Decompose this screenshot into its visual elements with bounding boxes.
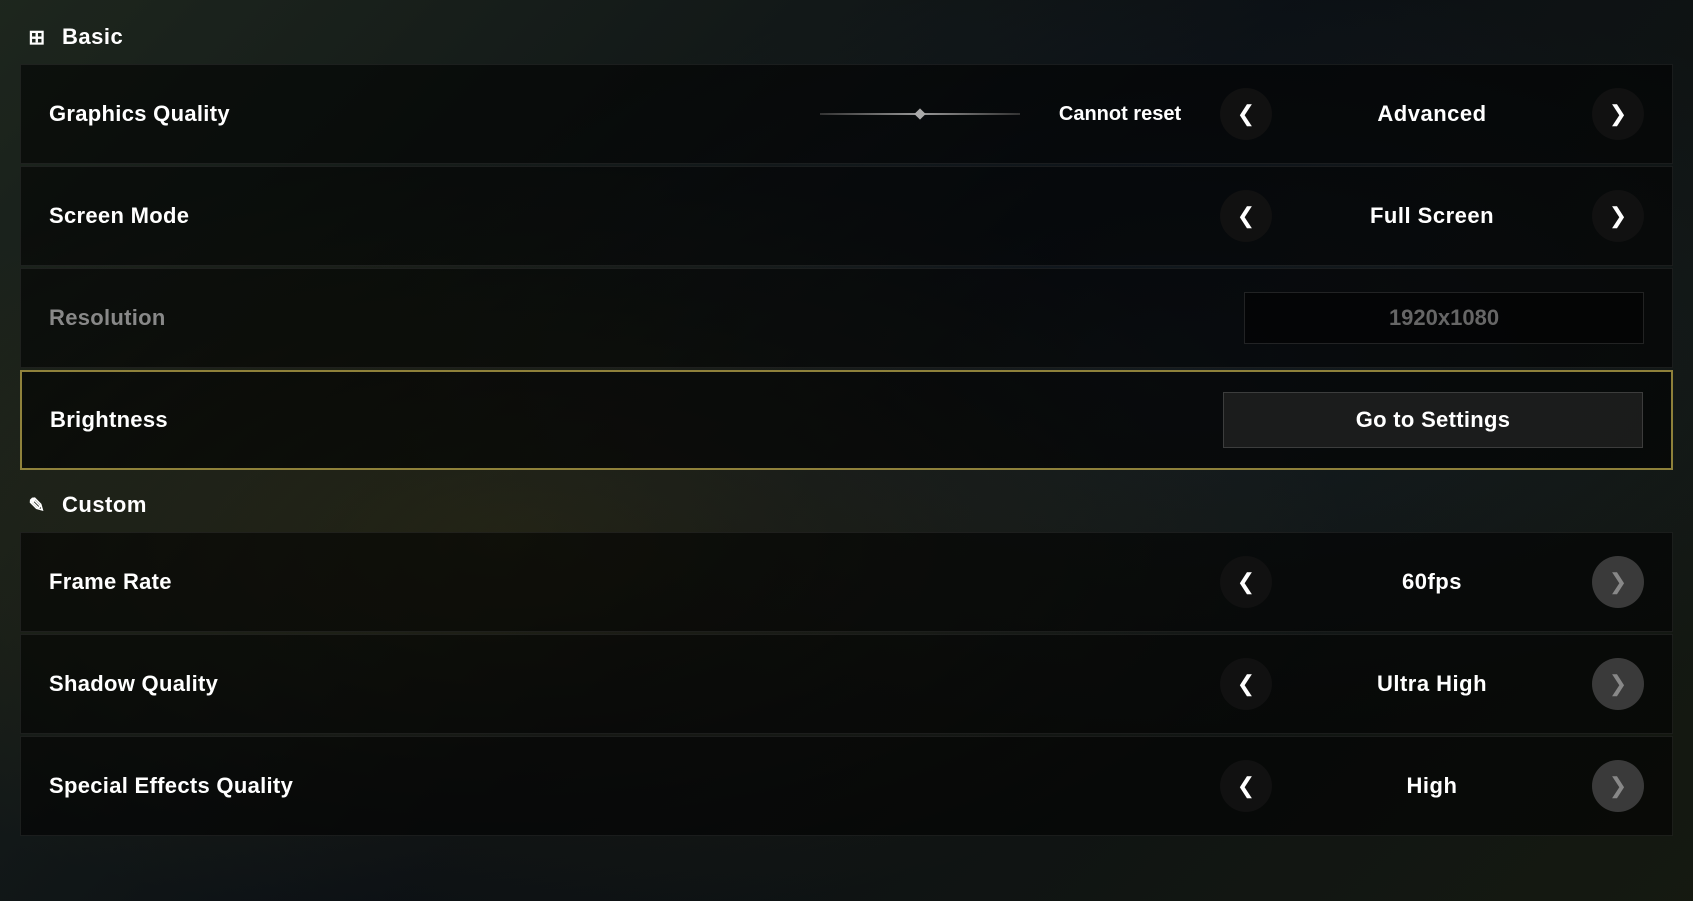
screen-mode-next-btn[interactable] [1592, 190, 1644, 242]
frame-rate-value: 60fps [1272, 569, 1592, 595]
screen-mode-label: Screen Mode [49, 203, 189, 229]
chevron-right-icon [1609, 203, 1627, 229]
slider-thumb [914, 108, 925, 119]
shadow-quality-row: Shadow Quality Ultra High [20, 634, 1673, 734]
resolution-label: Resolution [49, 305, 166, 331]
special-effects-prev-btn[interactable] [1220, 760, 1272, 812]
custom-section-header: Custom [20, 478, 1673, 532]
graphics-quality-prev-btn[interactable] [1220, 88, 1272, 140]
shadow-quality-value: Ultra High [1272, 671, 1592, 697]
chevron-right-icon [1609, 569, 1627, 595]
graphics-quality-control: Cannot reset Advanced [820, 88, 1644, 140]
chevron-right-icon [1609, 773, 1627, 799]
custom-section-label: Custom [62, 492, 147, 518]
settings-panel: Basic Graphics Quality Cannot reset Adva… [0, 0, 1693, 901]
chevron-left-icon [1237, 203, 1255, 229]
frame-rate-control: 60fps [1184, 556, 1644, 608]
pencil-icon [24, 492, 50, 518]
graphics-quality-next-btn[interactable] [1592, 88, 1644, 140]
resolution-value: 1920x1080 [1389, 305, 1499, 330]
goto-settings-btn[interactable]: Go to Settings [1223, 392, 1643, 448]
graphics-quality-row: Graphics Quality Cannot reset Advanced [20, 64, 1673, 164]
cannot-reset-text: Cannot reset [1020, 103, 1220, 126]
basic-section-label: Basic [62, 24, 123, 50]
chevron-left-icon [1237, 773, 1255, 799]
shadow-quality-label: Shadow Quality [49, 671, 218, 697]
frame-rate-prev-btn[interactable] [1220, 556, 1272, 608]
brightness-row: Brightness Go to Settings [20, 370, 1673, 470]
special-effects-control: High [1184, 760, 1644, 812]
special-effects-value: High [1272, 773, 1592, 799]
resolution-row: Resolution 1920x1080 [20, 268, 1673, 368]
special-effects-row: Special Effects Quality High [20, 736, 1673, 836]
graphics-quality-label: Graphics Quality [49, 101, 230, 127]
frame-rate-row: Frame Rate 60fps [20, 532, 1673, 632]
frame-rate-label: Frame Rate [49, 569, 172, 595]
brightness-label: Brightness [50, 407, 168, 433]
graphics-slider-line [820, 113, 1020, 115]
screen-mode-control: Full Screen [1184, 190, 1644, 242]
resolution-display: 1920x1080 [1244, 292, 1644, 344]
shadow-quality-control: Ultra High [1184, 658, 1644, 710]
chevron-right-icon [1609, 671, 1627, 697]
chevron-right-icon [1609, 101, 1627, 127]
brightness-control: Go to Settings [1183, 392, 1643, 448]
shadow-quality-prev-btn[interactable] [1220, 658, 1272, 710]
screen-mode-prev-btn[interactable] [1220, 190, 1272, 242]
screen-mode-value: Full Screen [1272, 203, 1592, 229]
graphics-quality-value: Advanced [1272, 101, 1592, 127]
basic-section-header: Basic [20, 10, 1673, 64]
screen-mode-row: Screen Mode Full Screen [20, 166, 1673, 266]
resolution-control: 1920x1080 [1184, 292, 1644, 344]
special-effects-label: Special Effects Quality [49, 773, 293, 799]
chevron-left-icon [1237, 671, 1255, 697]
chevron-left-icon [1237, 101, 1255, 127]
frame-rate-next-btn[interactable] [1592, 556, 1644, 608]
special-effects-next-btn[interactable] [1592, 760, 1644, 812]
shadow-quality-next-btn[interactable] [1592, 658, 1644, 710]
chevron-left-icon [1237, 569, 1255, 595]
grid-icon [24, 24, 50, 50]
